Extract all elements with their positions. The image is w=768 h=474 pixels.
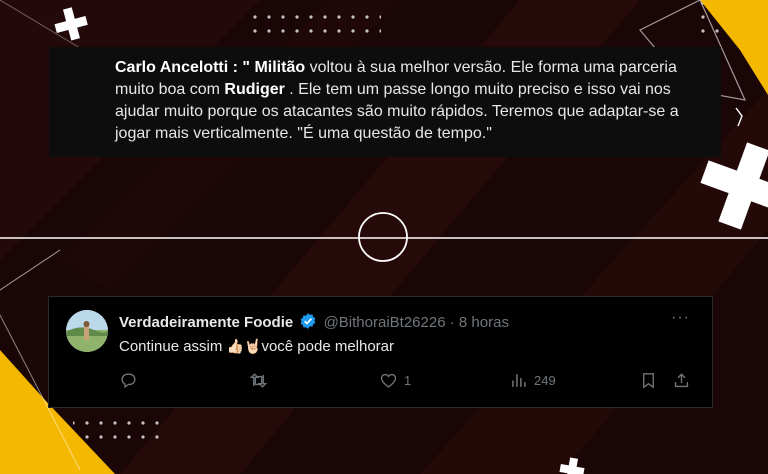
display-name[interactable]: Verdadeiramente Foodie [119, 314, 293, 331]
share-icon [674, 373, 689, 388]
share-button[interactable] [672, 371, 691, 390]
reply-icon [121, 373, 136, 389]
views-icon [512, 374, 526, 387]
verified-badge-icon [300, 313, 316, 329]
timestamp[interactable]: 8 horas [459, 314, 509, 331]
player-name-1: Militão [254, 59, 306, 76]
quote-separator: : " [228, 59, 255, 76]
views-button[interactable]: 249 [509, 371, 556, 390]
views-count: 249 [534, 373, 556, 388]
tweet-text-start: Continue assim [119, 338, 227, 355]
retweet-button[interactable] [249, 371, 268, 390]
retweet-icon [249, 373, 268, 388]
speaker-name: Carlo Ancelotti [115, 59, 229, 76]
tweet-card[interactable]: Verdadeiramente Foodie @BithoraiBt26226 … [48, 296, 713, 408]
separator-dot: · [449, 314, 455, 331]
like-button[interactable]: 1 [379, 371, 411, 390]
user-handle[interactable]: @BithoraiBt26226 [324, 314, 446, 331]
tweet-text: Continue assim 👍🏻🤘🏻você pode melhorar [119, 338, 394, 355]
bookmark-icon [643, 373, 654, 389]
more-options-icon[interactable]: ··· [671, 309, 690, 327]
heart-icon [380, 373, 397, 388]
quote-card: Carlo Ancelotti : " Militão voltou à sua… [49, 47, 721, 157]
reply-button[interactable] [119, 371, 138, 390]
avatar[interactable] [66, 310, 108, 352]
like-count: 1 [404, 373, 412, 388]
tweet-emojis: 👍🏻🤘🏻 [226, 338, 262, 354]
tweet-actions: 1 249 [119, 371, 699, 391]
player-name-2: Rudiger [224, 81, 285, 98]
tweet-header: Verdadeiramente Foodie @BithoraiBt26226 … [119, 312, 509, 331]
bookmark-button[interactable] [639, 371, 658, 390]
tweet-text-end: você pode melhorar [261, 338, 395, 355]
